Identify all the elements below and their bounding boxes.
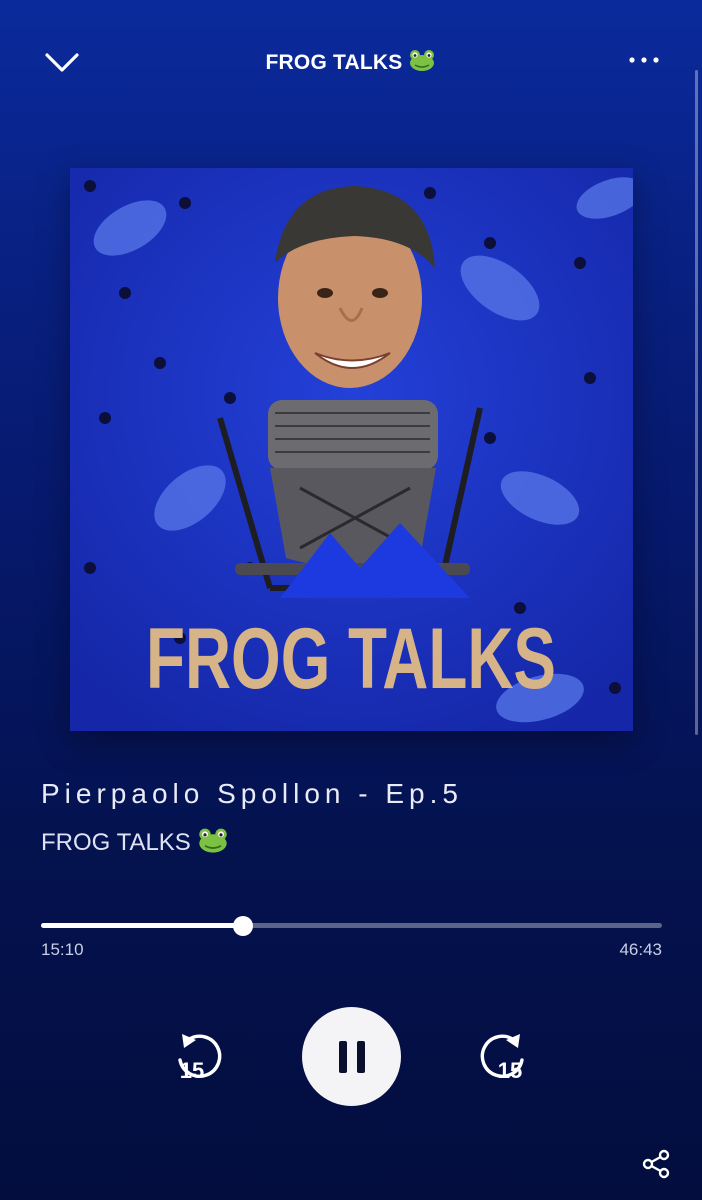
show-title-header: FROG TALKS xyxy=(0,48,702,75)
elapsed-time: 15:10 xyxy=(41,940,84,959)
scrollbar[interactable] xyxy=(695,70,698,735)
progress-fill xyxy=(41,923,243,928)
progress-bar[interactable] xyxy=(41,916,662,936)
more-options-icon[interactable] xyxy=(624,52,664,68)
pause-icon xyxy=(356,1040,365,1073)
show-name-text[interactable]: FROG TALKS xyxy=(41,829,191,856)
skip-forward-label: 15 xyxy=(498,1058,522,1083)
cover-art-image: FROG TALKS xyxy=(70,168,633,731)
skip-forward-15-icon[interactable]: 15 xyxy=(474,1030,530,1086)
frog-emoji-icon xyxy=(199,828,227,853)
total-duration: 46:43 xyxy=(619,940,662,959)
header-title-text: FROG TALKS xyxy=(265,51,403,74)
share-icon[interactable] xyxy=(640,1148,672,1180)
cover-title-text: FROG TALKS xyxy=(146,611,556,707)
pause-button[interactable] xyxy=(302,1007,401,1106)
skip-back-label: 15 xyxy=(180,1058,204,1083)
pause-icon xyxy=(338,1040,347,1073)
cover-art: FROG TALKS xyxy=(70,168,633,731)
progress-knob[interactable] xyxy=(232,916,253,936)
frog-emoji-icon xyxy=(410,50,435,71)
skip-back-15-icon[interactable]: 15 xyxy=(172,1030,228,1086)
show-name[interactable]: FROG TALKS xyxy=(41,826,229,857)
episode-title: Pierpaolo Spollon - Ep.5 xyxy=(41,778,463,809)
player-header: FROG TALKS xyxy=(0,0,702,120)
